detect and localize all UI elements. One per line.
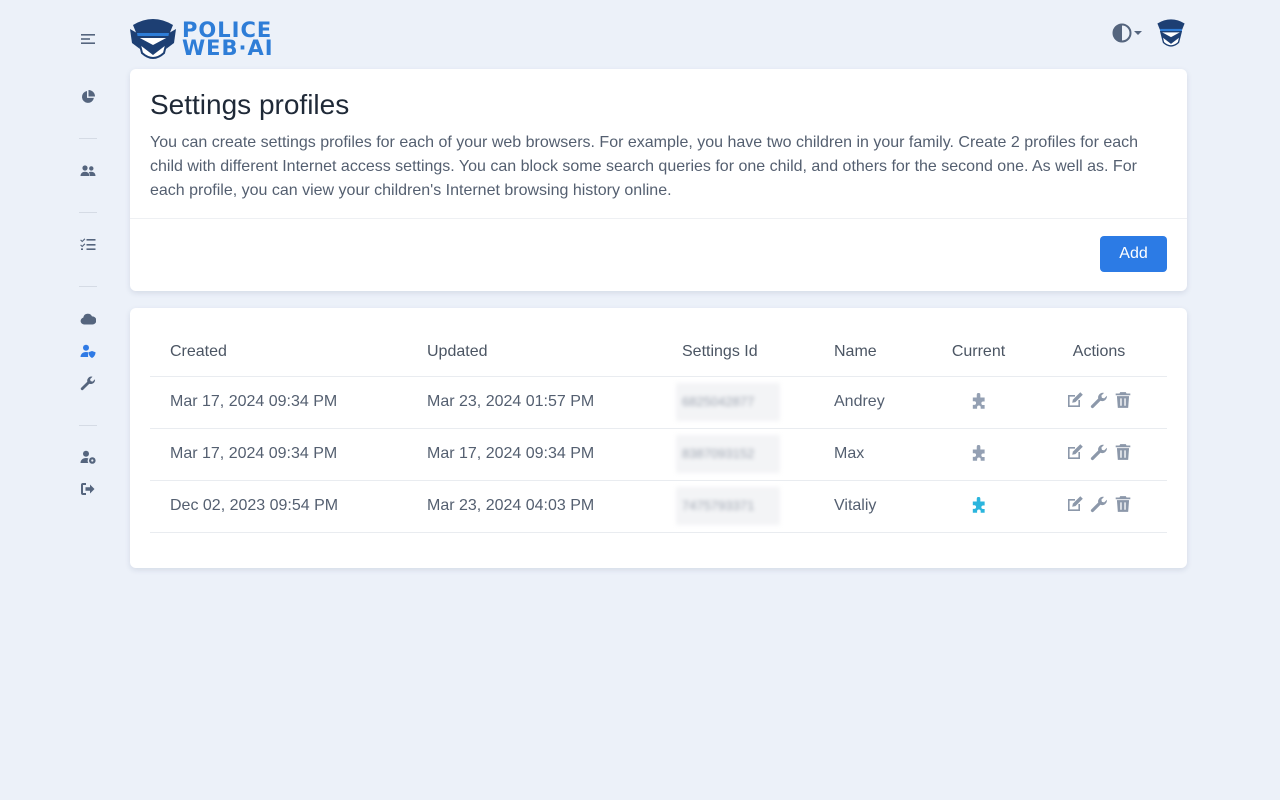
table-row: Mar 17, 2024 09:34 PM Mar 23, 2024 01:57… (150, 376, 1167, 429)
cell-actions (1031, 480, 1167, 533)
edit-button[interactable] (1066, 391, 1084, 409)
column-header-name[interactable]: Name (814, 328, 926, 377)
cell-name: Max (814, 428, 926, 481)
settings-id-value: 8387093152 (676, 435, 780, 473)
trash-icon (1115, 495, 1131, 512)
table-row: Dec 02, 2023 09:54 PM Mar 23, 2024 04:03… (150, 480, 1167, 533)
chevron-down-icon (1134, 31, 1142, 35)
delete-button[interactable] (1114, 443, 1132, 461)
cell-settings-id: 6825042877 (662, 376, 814, 429)
user-shield-icon (80, 344, 96, 358)
sidebar-item-users[interactable] (76, 160, 100, 182)
page-description: You can create settings profiles for eac… (150, 134, 1139, 199)
sidebar-item-profiles[interactable] (76, 340, 100, 362)
cell-current (926, 376, 1031, 429)
sidebar-divider (79, 286, 97, 287)
set-current-button[interactable] (970, 444, 988, 462)
cell-settings-id: 8387093152 (662, 428, 814, 481)
cloud-icon (80, 313, 96, 325)
wrench-icon (80, 376, 96, 391)
settings-button[interactable] (1090, 443, 1108, 461)
header-actions (1112, 16, 1188, 50)
trash-icon (1115, 443, 1131, 460)
cell-name: Andrey (814, 376, 926, 429)
cell-actions (1031, 376, 1167, 429)
sidebar-item-logout[interactable] (76, 478, 100, 500)
sidebar-divider (79, 212, 97, 213)
user-gear-icon (80, 450, 96, 464)
puzzle-icon (972, 444, 985, 461)
settings-profiles-intro-card: Settings profiles You can create setting… (130, 69, 1187, 291)
page-title: Settings profiles (150, 89, 350, 120)
settings-button[interactable] (1090, 495, 1108, 513)
set-current-button[interactable] (970, 392, 988, 410)
edit-icon (1068, 443, 1083, 459)
cell-created: Mar 17, 2024 09:34 PM (150, 376, 407, 429)
cell-settings-id: 7475793371 (662, 480, 814, 533)
police-mascot-icon (130, 19, 176, 59)
column-header-actions: Actions (1031, 328, 1167, 377)
cell-updated: Mar 17, 2024 09:34 PM (407, 428, 662, 481)
delete-button[interactable] (1114, 391, 1132, 409)
wrench-icon (1090, 392, 1107, 408)
sidebar (64, 0, 112, 800)
cell-created: Dec 02, 2023 09:54 PM (150, 480, 407, 533)
sidebar-item-account[interactable] (76, 446, 100, 468)
settings-profiles-table: Created Updated Settings Id Name Current… (150, 328, 1167, 533)
cell-updated: Mar 23, 2024 04:03 PM (407, 480, 662, 533)
brand-line2: WEB·AI (182, 36, 274, 60)
cell-created: Mar 17, 2024 09:34 PM (150, 428, 407, 481)
set-current-button[interactable] (970, 496, 988, 514)
sign-out-icon (81, 483, 95, 495)
puzzle-icon (972, 392, 985, 409)
column-header-settings-id[interactable]: Settings Id (662, 328, 814, 377)
cell-current (926, 480, 1031, 533)
edit-icon (1068, 495, 1083, 511)
edit-button[interactable] (1066, 443, 1084, 461)
menu-toggle-button[interactable] (76, 28, 100, 50)
sidebar-divider (79, 425, 97, 426)
column-header-created[interactable]: Created (150, 328, 407, 377)
column-header-updated[interactable]: Updated (407, 328, 662, 377)
add-profile-button[interactable]: Add (1100, 236, 1167, 272)
tasks-icon (80, 238, 96, 250)
theme-toggle-button[interactable] (1112, 23, 1142, 43)
settings-id-value: 7475793371 (676, 487, 780, 525)
settings-id-value: 6825042877 (676, 383, 780, 421)
cell-current (926, 428, 1031, 481)
brand-logo[interactable]: POLICE WEB·AI (128, 14, 274, 64)
sidebar-item-dashboard[interactable] (76, 86, 100, 108)
cell-updated: Mar 23, 2024 01:57 PM (407, 376, 662, 429)
sidebar-item-tools[interactable] (76, 372, 100, 394)
cell-actions (1031, 428, 1167, 481)
column-header-current: Current (926, 328, 1031, 377)
pie-chart-icon (81, 90, 95, 103)
table-header-row: Created Updated Settings Id Name Current… (150, 328, 1167, 377)
delete-button[interactable] (1114, 495, 1132, 513)
edit-button[interactable] (1066, 495, 1084, 513)
avatar[interactable] (1154, 16, 1188, 50)
sidebar-divider (79, 138, 97, 139)
table-row: Mar 17, 2024 09:34 PM Mar 17, 2024 09:34… (150, 428, 1167, 481)
cell-name: Vitaliy (814, 480, 926, 533)
trash-icon (1115, 391, 1131, 408)
sidebar-item-cloud[interactable] (76, 308, 100, 330)
wrench-icon (1090, 444, 1107, 460)
settings-button[interactable] (1090, 391, 1108, 409)
edit-icon (1068, 391, 1083, 407)
wrench-icon (1090, 496, 1107, 512)
menu-icon (81, 34, 95, 44)
contrast-icon (1112, 23, 1132, 43)
sidebar-item-tasks[interactable] (76, 233, 100, 255)
settings-profiles-table-card: Created Updated Settings Id Name Current… (130, 308, 1187, 568)
card-divider (130, 218, 1187, 219)
user-avatar-icon (1157, 19, 1185, 47)
users-icon (80, 165, 96, 176)
puzzle-icon (972, 496, 985, 513)
